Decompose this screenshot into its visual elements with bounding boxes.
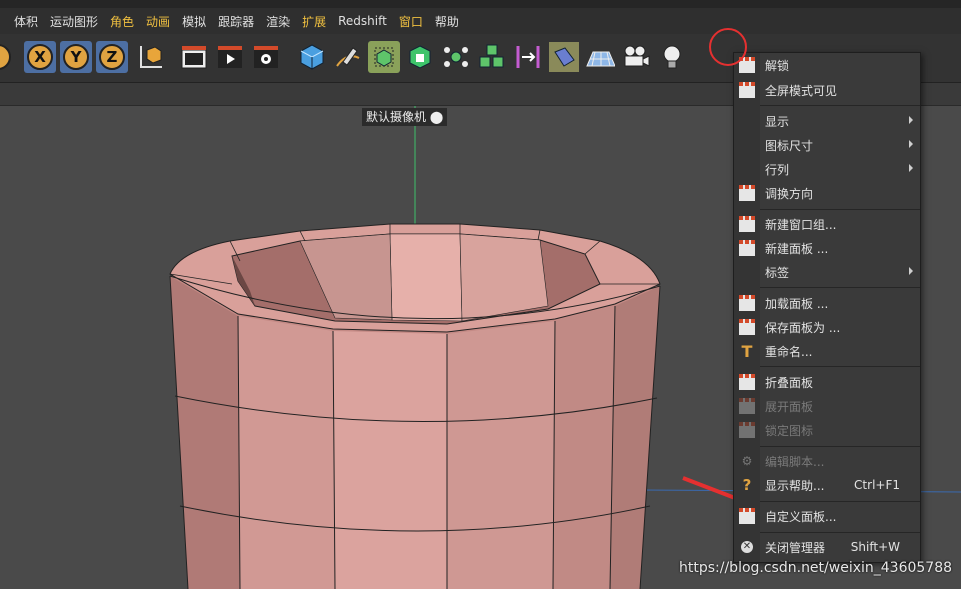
menu-item-extensions[interactable]: 扩展 [296,13,332,30]
fold-palette-icon [734,370,760,394]
coordinate-system-icon[interactable] [134,41,166,73]
watermark-text: https://blog.csdn.net/weixin_43605788 [679,560,953,576]
cloner-icon[interactable] [440,41,472,73]
render-to-picture-viewer-icon[interactable] [214,41,246,73]
menu-item-window[interactable]: 窗口 [393,13,429,30]
submenu-arrow-icon [909,267,913,275]
swap-direction-icon [734,181,760,205]
lock-icons-icon [734,418,760,442]
z-axis-lock-button[interactable]: Z [96,41,128,73]
new-palette-icon [734,236,760,260]
menu-item-save-palette-as[interactable]: 保存面板为 ... [734,315,920,339]
floor-object-icon[interactable] [548,41,580,73]
rename-icon: T [741,341,753,361]
submenu-arrow-icon [909,140,913,148]
menu-item-animate[interactable]: 动画 [140,13,176,30]
menu-item-tracker[interactable]: 跟踪器 [212,13,260,30]
deformer-icon[interactable] [512,41,544,73]
x-axis-lock-button[interactable]: X [24,41,56,73]
menu-item-close-manager[interactable]: ✕ 关闭管理器 Shift+W [734,535,920,559]
light-object-icon[interactable] [656,41,688,73]
menu-separator [760,501,920,502]
menu-item-icon-size[interactable]: 图标尺寸 [734,133,920,157]
camera-object-icon[interactable] [620,41,652,73]
menu-item-customize-palettes[interactable]: 自定义面板... [734,504,920,528]
menu-item-unlock[interactable]: 解锁 [734,53,920,77]
window-top-strip [0,0,961,8]
save-palette-icon [734,315,760,339]
menu-separator [760,532,920,533]
menu-item-unfold-palette: 展开面板 [734,394,920,418]
load-palette-icon [734,291,760,315]
menu-item-mograph[interactable]: 运动图形 [44,13,104,30]
unfold-palette-icon [734,394,760,418]
menu-separator [760,209,920,210]
menu-item-render[interactable]: 渲染 [260,13,296,30]
menu-item-tabs[interactable]: 标签 [734,260,920,284]
red-circle-annotation [709,28,747,66]
default-camera-label: 默认摄像机 ⬤ [362,108,448,126]
camera-icon: ⬤ [429,110,444,124]
shortcut-label: Shift+W [850,540,900,554]
extrude-nurbs-icon[interactable] [404,41,436,73]
submenu-arrow-icon [909,116,913,124]
subdivision-surface-icon[interactable] [368,41,400,73]
menu-separator [760,366,920,367]
menu-item-fullscreen-visible[interactable]: 全屏模式可见 [734,78,920,102]
menu-item-edit-script: ⚙ 编辑脚本... [734,449,920,473]
grid-plane-icon[interactable] [584,41,616,73]
menu-item-rename[interactable]: T 重命名... [734,339,920,363]
submenu-arrow-icon [909,164,913,172]
close-manager-icon: ✕ [741,541,753,553]
menu-separator [760,446,920,447]
menu-item-redshift[interactable]: Redshift [332,14,393,28]
menu-item-new-window-group[interactable]: 新建窗口组... [734,212,920,236]
menu-separator [760,287,920,288]
menu-item-swap-direction[interactable]: 调换方向 [734,181,920,205]
menu-separator [760,105,920,106]
menu-item-load-palette[interactable]: 加载面板 ... [734,291,920,315]
menu-item-character[interactable]: 角色 [104,13,140,30]
shortcut-label: Ctrl+F1 [854,478,900,492]
pen-spline-icon[interactable] [332,41,364,73]
menu-item-lock-icons: 锁定图标 [734,418,920,442]
menu-item-help[interactable]: 帮助 [429,13,465,30]
menu-item-volume[interactable]: 体积 [0,13,44,30]
render-view-icon[interactable] [178,41,210,73]
render-settings-icon[interactable] [250,41,282,73]
menu-item-fold-palette[interactable]: 折叠面板 [734,370,920,394]
fullscreen-icon [734,78,760,102]
menu-item-display[interactable]: 显示 [734,109,920,133]
customize-palettes-icon [734,504,760,528]
menu-item-new-palette[interactable]: 新建面板 ... [734,236,920,260]
help-icon: ? [742,476,752,494]
new-window-group-icon [734,212,760,236]
context-menu: 解锁 全屏模式可见 显示 图标尺寸 行列 调换方向 新建窗口组... 新建面板 … [733,52,921,563]
menu-item-rows[interactable]: 行列 [734,157,920,181]
menu-item-show-help[interactable]: ? 显示帮助... Ctrl+F1 [734,473,920,497]
cube-primitive-icon[interactable] [296,41,328,73]
edit-script-icon: ⚙ [741,454,753,468]
array-cubes-icon[interactable] [476,41,508,73]
menu-item-simulate[interactable]: 模拟 [176,13,212,30]
menu-bar: 体积 运动图形 角色 动画 模拟 跟踪器 渲染 扩展 Redshift 窗口 帮… [0,8,961,34]
partial-tool-icon[interactable] [0,41,14,73]
y-axis-lock-button[interactable]: Y [60,41,92,73]
